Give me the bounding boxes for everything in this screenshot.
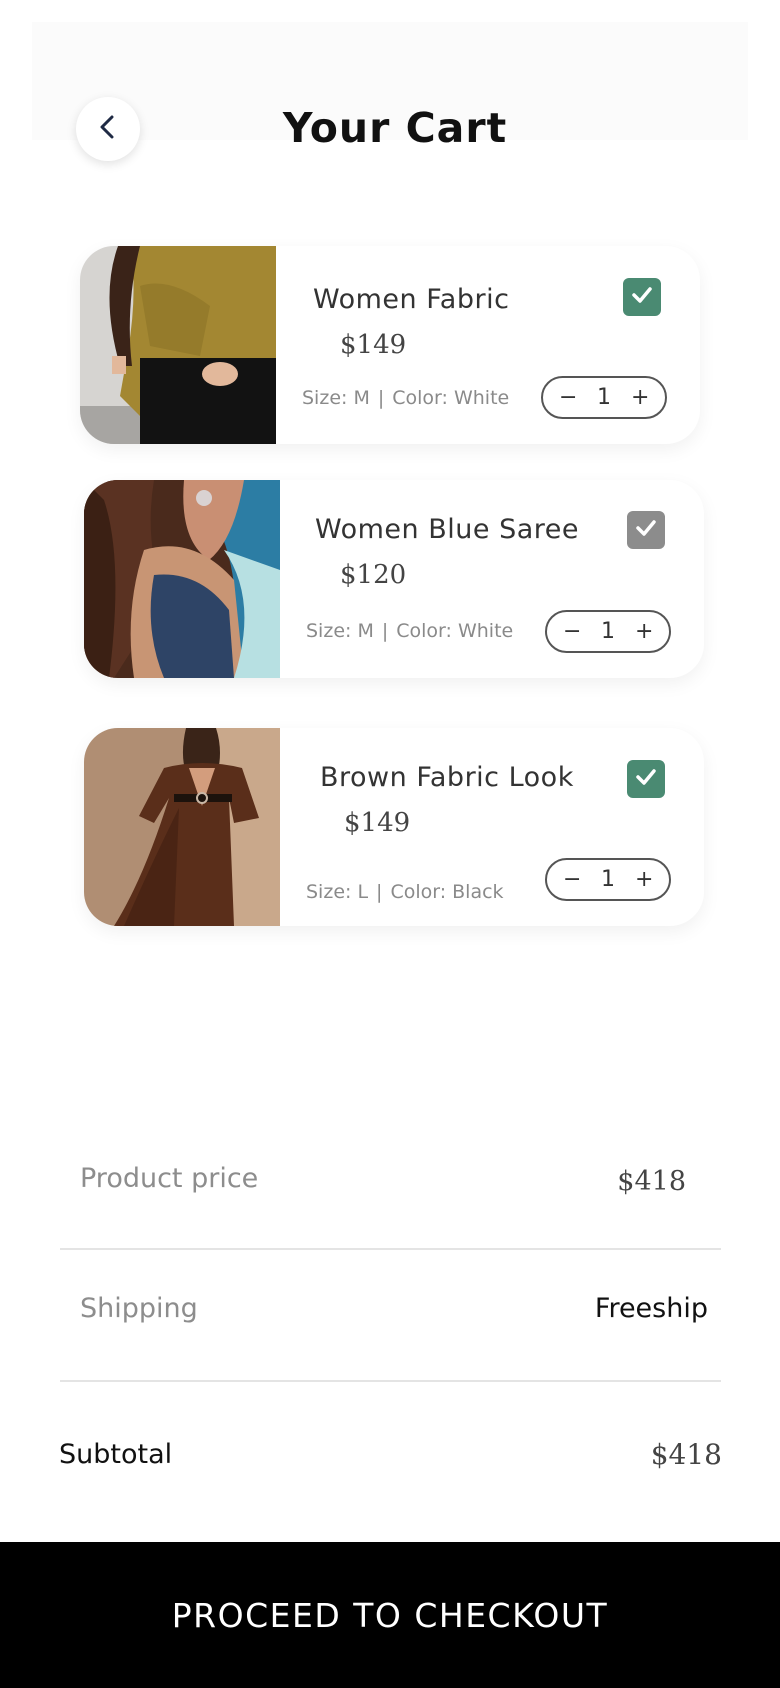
- quantity-stepper: − 1 +: [545, 858, 671, 901]
- meta-separator: |: [381, 620, 389, 642]
- decrease-quantity-button[interactable]: −: [563, 619, 581, 644]
- shipping-label: Shipping: [80, 1293, 198, 1324]
- quantity-value: 1: [597, 385, 611, 410]
- product-image[interactable]: [84, 480, 280, 678]
- cart-item-card: Brown Fabric Look $149 Size: L | Color: Bl…: [84, 728, 704, 926]
- shipping-value: Freeship: [594, 1293, 708, 1324]
- item-price: $120: [340, 560, 407, 590]
- checkmark-icon: [634, 516, 658, 545]
- item-color: Color: White: [396, 620, 514, 642]
- product-price-value: $418: [617, 1166, 686, 1197]
- cart-item-card: Women Blue Saree $120 Size: M | Color: Whi…: [84, 480, 704, 678]
- checkmark-icon: [630, 283, 654, 312]
- item-meta: Size: M | Color: White: [306, 620, 513, 642]
- item-name: Brown Fabric Look: [320, 762, 574, 793]
- increase-quantity-button[interactable]: +: [635, 619, 653, 644]
- proceed-to-checkout-button[interactable]: PROCEED TO CHECKOUT: [0, 1542, 780, 1688]
- meta-separator: |: [376, 881, 383, 903]
- item-color: Color: White: [392, 387, 510, 409]
- decrease-quantity-button[interactable]: −: [563, 867, 581, 892]
- item-meta: Size: M | Color: White: [302, 387, 509, 409]
- checkout-label: PROCEED TO CHECKOUT: [171, 1595, 609, 1635]
- increase-quantity-button[interactable]: +: [631, 385, 649, 410]
- product-image[interactable]: [84, 728, 280, 926]
- cart-item-card: Women Fabric $149 Size: M | Color: White −…: [80, 246, 700, 444]
- quantity-value: 1: [601, 867, 615, 892]
- product-image[interactable]: [80, 246, 276, 444]
- item-select-checkbox[interactable]: [627, 760, 665, 798]
- increase-quantity-button[interactable]: +: [635, 867, 653, 892]
- item-select-checkbox[interactable]: [627, 511, 665, 549]
- item-price: $149: [344, 808, 411, 838]
- item-name: Women Fabric: [313, 284, 510, 315]
- item-size: Size: M: [302, 387, 370, 409]
- item-meta: Size: L | Color: Black: [306, 881, 504, 903]
- checkmark-icon: [634, 765, 658, 794]
- page-title: Your Cart: [282, 104, 508, 152]
- item-color: Color: Black: [390, 881, 504, 903]
- meta-separator: |: [377, 387, 385, 409]
- divider: [60, 1380, 721, 1382]
- item-size: Size: L: [306, 881, 369, 903]
- quantity-value: 1: [601, 619, 615, 644]
- item-size: Size: M: [306, 620, 374, 642]
- decrease-quantity-button[interactable]: −: [559, 385, 577, 410]
- subtotal-label: Subtotal: [59, 1439, 173, 1470]
- quantity-stepper: − 1 +: [545, 610, 671, 653]
- item-name: Women Blue Saree: [315, 514, 579, 545]
- item-price: $149: [340, 330, 407, 360]
- subtotal-value: $418: [650, 1438, 722, 1471]
- item-select-checkbox[interactable]: [623, 278, 661, 316]
- product-price-label: Product price: [80, 1163, 259, 1194]
- divider: [60, 1248, 721, 1250]
- quantity-stepper: − 1 +: [541, 376, 667, 419]
